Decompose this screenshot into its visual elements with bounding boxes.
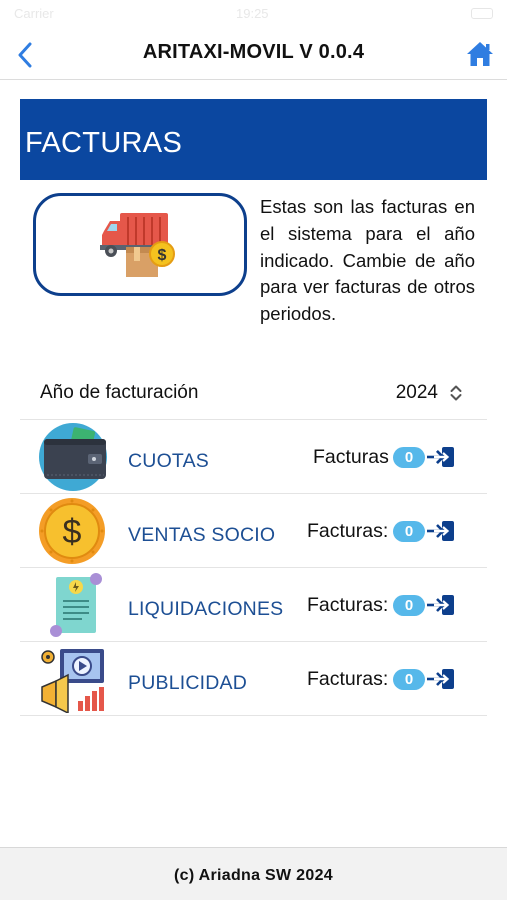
status-time: 19:25	[236, 6, 269, 21]
home-button[interactable]	[463, 37, 497, 71]
facturas-count-badge: 0	[393, 595, 425, 616]
footer: (c) Ariadna SW 2024	[0, 847, 507, 900]
arrow-right-to-bracket-icon[interactable]	[427, 446, 455, 468]
status-carrier: Carrier	[14, 6, 54, 21]
svg-text:$: $	[158, 247, 167, 264]
chevron-up-down-icon[interactable]	[449, 383, 463, 403]
list-item-label: PUBLICIDAD	[128, 672, 248, 694]
arrow-right-to-bracket-icon[interactable]	[427, 594, 455, 616]
dollar-coin-icon: $	[39, 498, 105, 564]
facturas-label: Facturas:	[307, 594, 389, 616]
facturas-count-badge: 0	[393, 521, 425, 542]
year-selector-label: Año de facturación	[40, 382, 199, 403]
section-banner: FACTURAS	[20, 99, 487, 180]
wallet-icon	[39, 423, 107, 491]
svg-text:$: $	[63, 513, 82, 551]
home-icon	[467, 42, 493, 66]
facturas-label: Facturas:	[307, 520, 389, 542]
list-item-publicidad[interactable]: PUBLICIDAD Facturas: 0	[20, 642, 487, 716]
app-title: ARITAXI-MOVIL V 0.0.4	[142, 41, 365, 63]
list-item-ventas-socio[interactable]: $ VENTAS SOCIO Facturas: 0	[20, 494, 487, 568]
arrow-right-to-bracket-icon[interactable]	[427, 668, 455, 690]
list-item-label: VENTAS SOCIO	[128, 524, 276, 546]
intro-image-card: $	[33, 193, 247, 296]
section-title: FACTURAS	[25, 127, 183, 159]
facturas-count-badge: 0	[393, 669, 425, 690]
intro-description: Estas son las facturas en el sistema par…	[260, 196, 475, 325]
copyright-text: (c) Ariadna SW 2024	[174, 867, 333, 884]
facturas-label: Facturas:	[307, 668, 389, 690]
facturas-count-badge: 0	[393, 447, 425, 468]
list-item-cuotas[interactable]: CUOTAS Facturas 0	[20, 420, 487, 494]
arrow-right-to-bracket-icon[interactable]	[427, 520, 455, 542]
list-item-liquidaciones[interactable]: LIQUIDACIONES Facturas: 0	[20, 568, 487, 642]
list-item-label: LIQUIDACIONES	[128, 598, 284, 620]
battery-icon	[471, 8, 493, 19]
status-bar: Carrier 19:25	[0, 0, 507, 30]
navigation-bar: ARITAXI-MOVIL V 0.0.4	[0, 30, 507, 80]
delivery-truck-money-icon: $	[100, 212, 175, 277]
receipt-icon	[50, 573, 102, 637]
facturas-label: Facturas	[313, 446, 389, 468]
year-selector-row[interactable]: Año de facturación 2024	[20, 366, 487, 420]
advertising-megaphone-icon	[41, 649, 104, 713]
year-selector-value[interactable]: 2024	[396, 382, 438, 404]
list-item-label: CUOTAS	[128, 450, 210, 472]
